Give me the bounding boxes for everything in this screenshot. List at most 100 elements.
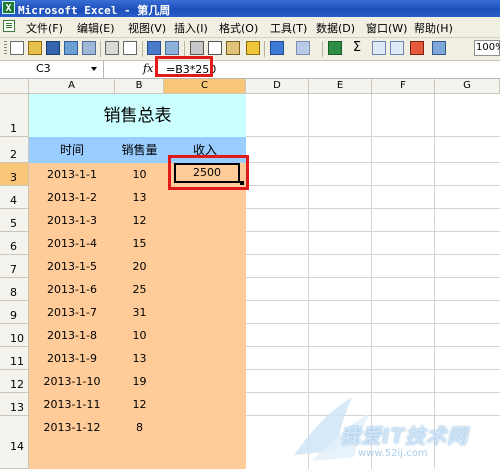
qty-cell[interactable]: 19	[115, 370, 164, 393]
print-preview-icon[interactable]	[123, 41, 137, 55]
drawing-icon[interactable]	[432, 41, 446, 55]
column-header-c[interactable]: C	[164, 79, 246, 94]
watermark-title: 我爱IT技术网	[340, 424, 469, 448]
menu-format[interactable]: 格式(O)	[219, 20, 258, 36]
row-header-6[interactable]: 6	[0, 232, 29, 255]
toolbar-grip[interactable]	[4, 41, 7, 55]
date-cell[interactable]: 2013-1-1	[29, 163, 115, 186]
column-header-a[interactable]: A	[29, 79, 115, 94]
menu-data[interactable]: 数据(D)	[316, 20, 355, 36]
row-header-5[interactable]: 5	[0, 209, 29, 232]
autosum-icon[interactable]: Σ	[350, 41, 364, 55]
gridline	[434, 94, 435, 469]
date-cell[interactable]: 2013-1-2	[29, 186, 115, 209]
row-header-7[interactable]: 7	[0, 255, 29, 278]
qty-cell[interactable]: 25	[115, 278, 164, 301]
menu-window[interactable]: 窗口(W)	[366, 20, 407, 36]
hyperlink-icon[interactable]	[328, 41, 342, 55]
date-cell[interactable]: 2013-1-5	[29, 255, 115, 278]
date-cell[interactable]: 2013-1-3	[29, 209, 115, 232]
format-painter-icon[interactable]	[246, 41, 260, 55]
date-cell[interactable]: 2013-1-7	[29, 301, 115, 324]
date-cell[interactable]: 2013-1-9	[29, 347, 115, 370]
column-header-e[interactable]: E	[309, 79, 372, 94]
select-all-corner[interactable]	[0, 79, 29, 94]
revenue-column-fill[interactable]	[164, 163, 246, 469]
standard-toolbar: Σ 100%	[0, 38, 500, 61]
row-header-4[interactable]: 4	[0, 186, 29, 209]
workbook-icon[interactable]	[3, 20, 15, 32]
copy-icon[interactable]	[208, 41, 222, 55]
gridline	[371, 94, 372, 469]
row-header-3[interactable]: 3	[0, 163, 29, 186]
row-header-9[interactable]: 9	[0, 301, 29, 324]
date-cell[interactable]: 2013-1-6	[29, 278, 115, 301]
row-header-13[interactable]: 13	[0, 393, 29, 416]
date-cell[interactable]: 2013-1-4	[29, 232, 115, 255]
zoom-select[interactable]: 100%	[474, 40, 500, 56]
menu-help[interactable]: 帮助(H)	[414, 20, 453, 36]
new-icon[interactable]	[10, 41, 24, 55]
row-header-8[interactable]: 8	[0, 278, 29, 301]
save-icon[interactable]	[46, 41, 60, 55]
column-header-d[interactable]: D	[246, 79, 309, 94]
qty-cell[interactable]: 10	[115, 324, 164, 347]
insert-function-icon[interactable]: fx	[143, 62, 153, 75]
qty-cell[interactable]: 12	[115, 393, 164, 416]
toolbar-separator	[264, 41, 265, 57]
menu-edit[interactable]: 编辑(E)	[77, 20, 115, 36]
row-header-14[interactable]: 14	[0, 416, 29, 469]
chevron-down-icon[interactable]	[91, 67, 97, 71]
menu-view[interactable]: 视图(V)	[128, 20, 166, 36]
toolbar-separator	[322, 41, 323, 57]
toolbar-separator	[184, 41, 185, 57]
row-header-11[interactable]: 11	[0, 347, 29, 370]
toolbar-separator	[142, 41, 143, 57]
gridline	[308, 94, 309, 469]
undo-icon[interactable]	[270, 41, 284, 55]
sheet-title-cell[interactable]: 销售总表	[29, 94, 246, 137]
date-cell[interactable]: 2013-1-11	[29, 393, 115, 416]
sort-descending-icon[interactable]	[390, 41, 404, 55]
formula-highlight-box	[155, 56, 213, 77]
qty-cell[interactable]: 13	[115, 347, 164, 370]
cell-highlight-box	[168, 155, 249, 190]
date-cell[interactable]: 2013-1-12	[29, 416, 115, 439]
redo-icon[interactable]	[296, 41, 310, 55]
cut-icon[interactable]	[190, 41, 204, 55]
qty-cell[interactable]: 10	[115, 163, 164, 186]
row-header-1[interactable]: 1	[0, 94, 29, 137]
email-icon[interactable]	[82, 41, 96, 55]
date-cell[interactable]: 2013-1-10	[29, 370, 115, 393]
name-box[interactable]: C3	[0, 61, 104, 78]
open-icon[interactable]	[28, 41, 42, 55]
date-cell[interactable]: 2013-1-8	[29, 324, 115, 347]
header-qty-cell[interactable]: 销售量	[115, 137, 164, 163]
research-icon[interactable]	[165, 41, 179, 55]
qty-cell[interactable]: 31	[115, 301, 164, 324]
header-date-cell[interactable]: 时间	[29, 137, 115, 163]
title-bar: X Microsoft Excel - 第几周	[0, 0, 500, 17]
toolbar-separator	[100, 41, 101, 57]
menu-tools[interactable]: 工具(T)	[270, 20, 307, 36]
chart-wizard-icon[interactable]	[410, 41, 424, 55]
qty-cell[interactable]: 13	[115, 186, 164, 209]
print-icon[interactable]	[105, 41, 119, 55]
menu-bar: 文件(F) 编辑(E) 视图(V) 插入(I) 格式(O) 工具(T) 数据(D…	[0, 17, 500, 38]
qty-cell[interactable]: 20	[115, 255, 164, 278]
sort-ascending-icon[interactable]	[372, 41, 386, 55]
paste-icon[interactable]	[226, 41, 240, 55]
spelling-icon[interactable]	[147, 41, 161, 55]
row-header-10[interactable]: 10	[0, 324, 29, 347]
column-header-g[interactable]: G	[435, 79, 500, 94]
qty-cell[interactable]: 8	[115, 416, 164, 439]
menu-insert[interactable]: 插入(I)	[174, 20, 208, 36]
qty-cell[interactable]: 12	[115, 209, 164, 232]
menu-file[interactable]: 文件(F)	[26, 20, 63, 36]
column-header-b[interactable]: B	[115, 79, 164, 94]
qty-cell[interactable]: 15	[115, 232, 164, 255]
column-header-f[interactable]: F	[372, 79, 435, 94]
row-header-2[interactable]: 2	[0, 137, 29, 163]
row-header-12[interactable]: 12	[0, 370, 29, 393]
permission-icon[interactable]	[64, 41, 78, 55]
